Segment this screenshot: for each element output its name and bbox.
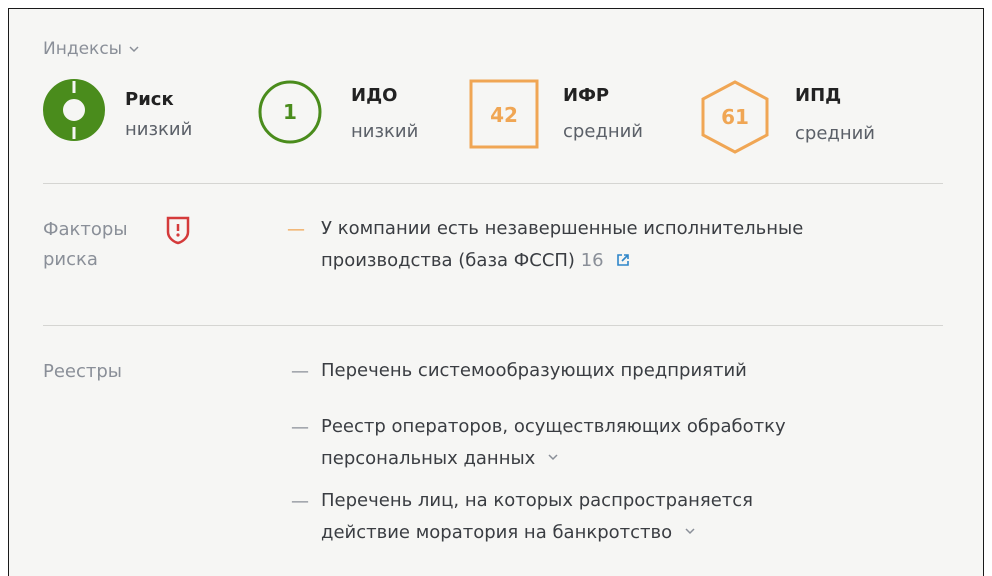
registry-dash: — — [291, 417, 309, 438]
indexes-toggle[interactable]: Индексы — [43, 39, 140, 59]
risk-donut-icon — [43, 79, 105, 141]
ifr-square-badge: 42 — [469, 79, 539, 149]
index-risk-level: низкий — [125, 119, 193, 140]
index-ipd-value: 61 — [721, 105, 749, 129]
risk-factor-line2-wrap: производства (база ФССП) 16 — [321, 245, 941, 277]
external-link-icon[interactable] — [615, 252, 631, 268]
registry-item-2-line2: персональных данных — [321, 448, 536, 469]
risk-factor-dash: — — [287, 219, 305, 240]
ido-circle-badge: 1 — [258, 80, 322, 144]
index-ipd-level: средний — [795, 123, 876, 144]
risk-factor-line2: производства (база ФССП) — [321, 250, 575, 271]
risk-factor-line1: У компании есть незавершенные исполнител… — [321, 218, 804, 239]
ipd-hexagon-badge: 61 — [701, 80, 769, 154]
company-info-panel: Индексы Риск низкий 1 ИДО низкий 42 ИФР … — [8, 8, 984, 576]
risk-factor-item: У компании есть незавершенные исполнител… — [321, 213, 941, 277]
index-ido-value: 1 — [283, 100, 297, 124]
registry-item: Перечень системообразующих предприятий — [321, 355, 941, 387]
chevron-down-icon[interactable] — [684, 525, 696, 537]
indexes-toggle-label: Индексы — [43, 39, 123, 59]
risk-factors-label-line1: Факторы — [43, 219, 128, 240]
chevron-down-icon — [129, 46, 139, 53]
registry-item-3-line2-wrap: действие моратория на банкротство — [321, 517, 941, 549]
registry-item-3-line2: действие моратория на банкротство — [321, 522, 673, 543]
registries-label: Реестры — [43, 361, 123, 382]
registry-item[interactable]: Перечень лиц, на которых распространяетс… — [321, 485, 941, 549]
registry-item-1-line1: Перечень системообразующих предприятий — [321, 360, 747, 381]
index-ipd[interactable]: 61 ИПД средний — [697, 79, 907, 163]
index-risk[interactable]: Риск низкий — [43, 79, 233, 163]
index-ido-name: ИДО — [351, 85, 398, 106]
registry-item-3-line1: Перечень лиц, на которых распространяетс… — [321, 490, 754, 511]
index-ido[interactable]: 1 ИДО низкий — [257, 79, 447, 163]
registry-dash: — — [291, 491, 309, 512]
index-ifr[interactable]: 42 ИФР средний — [469, 79, 669, 163]
index-ifr-level: средний — [563, 121, 644, 142]
registry-dash: — — [291, 361, 309, 382]
index-ipd-name: ИПД — [795, 85, 842, 106]
risk-factors-label-line2: риска — [43, 249, 98, 270]
section-divider — [43, 183, 943, 184]
index-risk-name: Риск — [125, 89, 174, 110]
risk-factors-label: Факторы риска — [43, 215, 128, 275]
registry-item-2-line1: Реестр операторов, осуществляющих обрабо… — [321, 416, 786, 437]
section-divider — [43, 325, 943, 326]
index-ifr-name: ИФР — [563, 85, 610, 106]
registry-item[interactable]: Реестр операторов, осуществляющих обрабо… — [321, 411, 941, 475]
index-ifr-value: 42 — [490, 103, 518, 127]
index-ido-level: низкий — [351, 121, 419, 142]
chevron-down-icon[interactable] — [547, 451, 559, 463]
shield-warning-icon — [166, 216, 190, 245]
registry-item-2-line2-wrap: персональных данных — [321, 443, 941, 475]
risk-factor-count[interactable]: 16 — [581, 250, 604, 271]
